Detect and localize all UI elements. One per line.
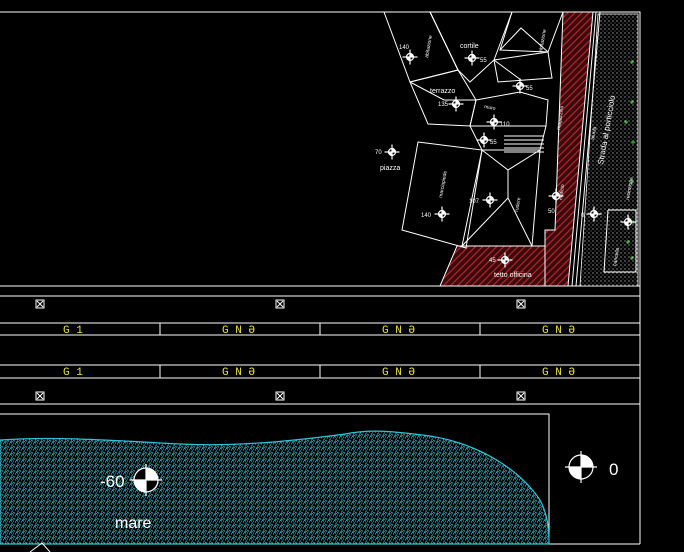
profile-label-1-2: G N Ə [222, 325, 255, 337]
elevation-107: 107 [469, 199, 480, 205]
elevation-55c: 55 [490, 140, 497, 146]
profile-label-2-2: G N Ə [222, 367, 255, 379]
profile-label-1-3: G N Ə [382, 325, 415, 337]
elevation-marker-icon [434, 206, 450, 222]
bollard-marker-icon [35, 391, 45, 401]
elevation-55b: 55 [526, 86, 533, 92]
bollard-marker-icon [275, 299, 285, 309]
elevation-135: 135 [438, 102, 449, 108]
profile-label-2-3: G N Ə [382, 367, 415, 379]
profile-label-1-1: G 1 [63, 325, 83, 337]
label-small-a: abitazione [424, 35, 434, 59]
elevation-45: 45 [489, 258, 496, 264]
label-small-e: rudere [514, 197, 522, 212]
bollard-marker-icon [35, 299, 45, 309]
site-plan: cortile terrazzo piazza tetto officina S… [375, 11, 639, 287]
benchmark-value: 0 [609, 460, 618, 479]
elevation-55a: 55 [480, 58, 487, 64]
label-piazza: piazza [380, 165, 400, 172]
elevation-marker-icon [464, 50, 480, 66]
profile-label-1-4: G N Ə [542, 325, 575, 337]
label-tetto-officina: tetto officina [494, 272, 532, 279]
sea-hatch [0, 430, 550, 545]
elevation-marker-icon [482, 192, 498, 208]
elevation-70: 70 [375, 150, 382, 156]
sea-section: -60 mare [0, 413, 550, 545]
label-small-b: abitazione [538, 29, 548, 53]
sea-level-value: -60 [100, 472, 125, 491]
profile-label-2-1: G 1 [63, 367, 83, 379]
label-small-g: muro [484, 104, 496, 112]
elevation-marker-icon [384, 144, 400, 160]
elevation-50: 50 [548, 209, 555, 215]
profile-labels-row-2: G 1 G N Ə G N Ə G N Ə [63, 367, 575, 379]
cad-drawing-canvas: cortile terrazzo piazza tetto officina S… [0, 11, 641, 552]
elevation-140b: 140 [421, 213, 432, 219]
profile-label-2-4: G N Ə [542, 367, 575, 379]
bollard-markers [35, 299, 526, 401]
sea-label: mare [115, 515, 152, 532]
elevation-marker-icon [448, 96, 464, 112]
label-small-f: marciapiede [438, 170, 449, 198]
bollard-marker-icon [275, 391, 285, 401]
bollard-marker-icon [516, 391, 526, 401]
label-cortile: cortile [460, 43, 479, 50]
survey-benchmark-icon [565, 451, 597, 483]
elevation-110: 110 [500, 122, 510, 128]
elevation-140a: 140 [399, 45, 410, 51]
bollard-marker-icon [516, 299, 526, 309]
workshop-roof-hatch [439, 245, 546, 287]
label-terrazzo: terrazzo [430, 88, 455, 95]
elevation-marker-icon [402, 49, 418, 65]
survey-benchmark-icon [565, 451, 597, 483]
